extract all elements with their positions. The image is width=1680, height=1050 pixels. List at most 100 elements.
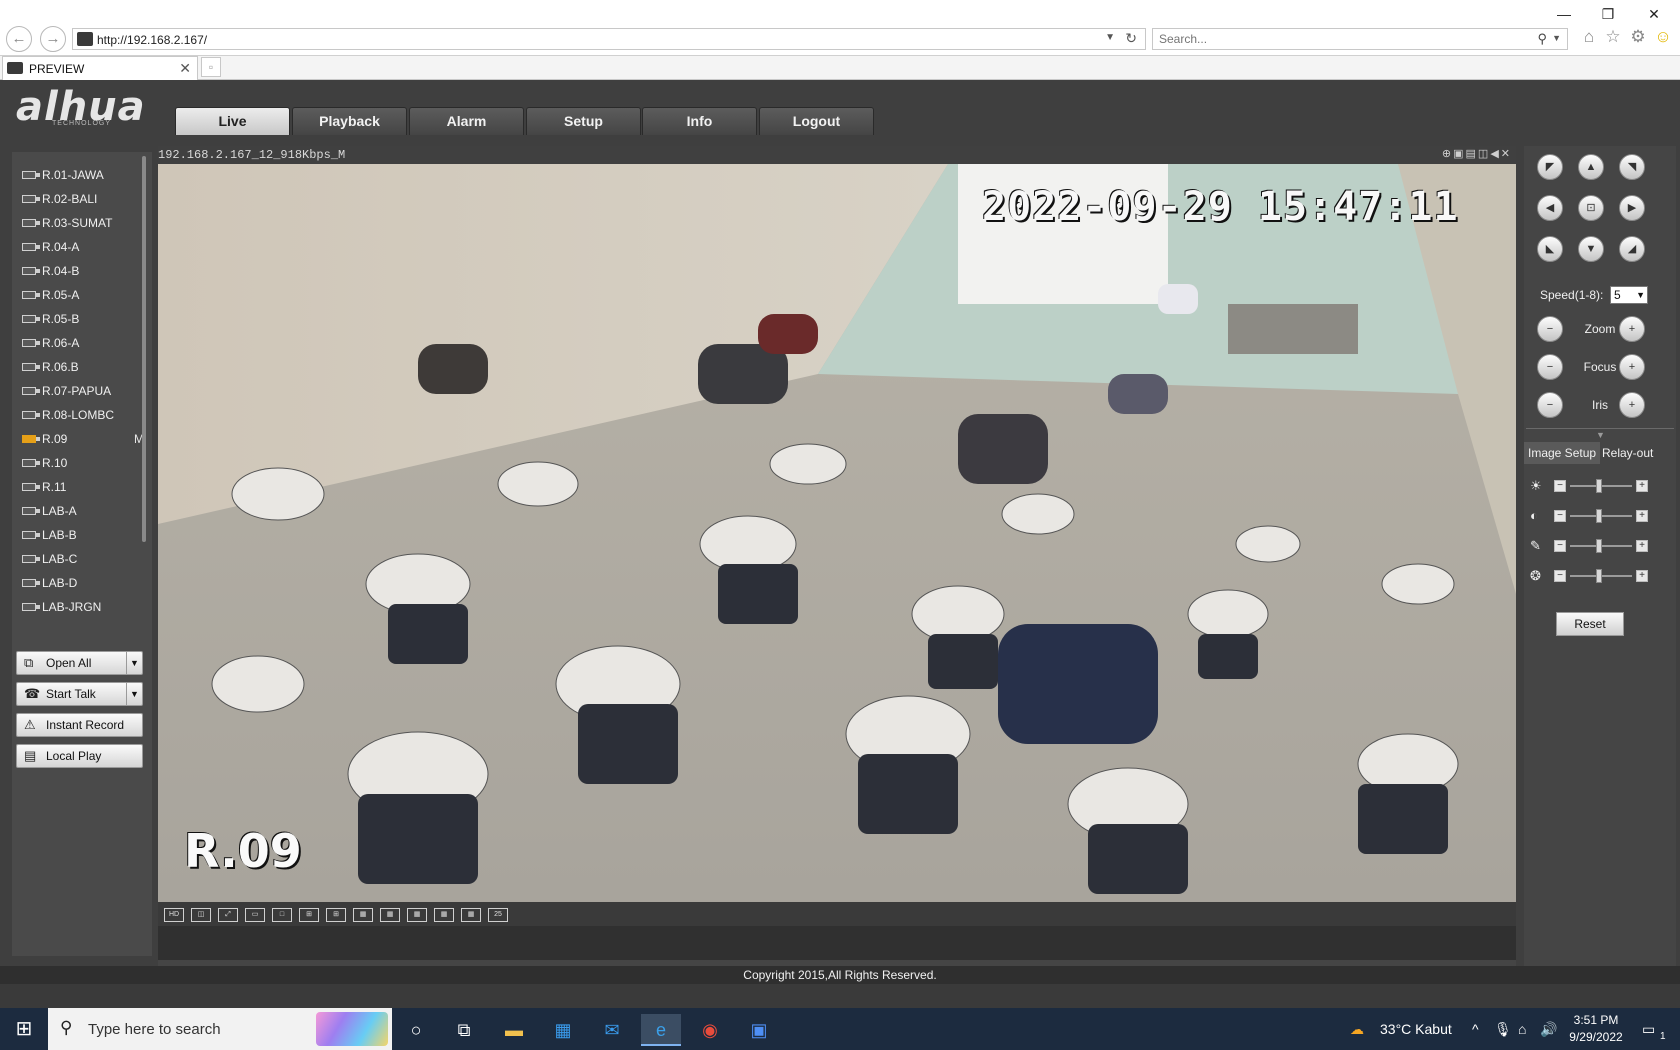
contrast-slider[interactable]: ◐ − + (1530, 508, 1676, 524)
channel-item[interactable]: R.04-A (20, 236, 144, 258)
ptz-right-icon[interactable]: ▶ (1619, 195, 1645, 221)
address-bar[interactable]: http://192.168.2.167/ ▼ ↻ (72, 28, 1146, 50)
volume-icon[interactable]: 🔊 (1540, 1008, 1557, 1050)
new-tab-icon[interactable]: ▫ (201, 57, 221, 77)
start-talk-dropdown-icon[interactable]: ▼ (126, 683, 142, 705)
taskbar-search-text[interactable]: Type here to search (88, 1021, 221, 1038)
zoom-out-icon[interactable]: − (1537, 316, 1563, 342)
saturation-slider[interactable]: ✎ − + (1530, 538, 1676, 554)
menu-tab-setup[interactable]: Setup (526, 107, 641, 135)
saturation-plus-icon[interactable]: + (1636, 540, 1648, 552)
microphone-icon[interactable]: 🎙 (1494, 1008, 1512, 1050)
iris-minus-icon[interactable]: − (1537, 392, 1563, 418)
search-icon[interactable]: ⚲ (1537, 31, 1547, 47)
weather-icon[interactable]: ☁ (1350, 1008, 1364, 1050)
iris-plus-icon[interactable]: + (1619, 392, 1645, 418)
back-button[interactable]: ← (6, 26, 32, 52)
saturation-thumb[interactable] (1596, 539, 1602, 553)
focus-minus-icon[interactable]: − (1537, 354, 1563, 380)
menu-tab-alarm[interactable]: Alarm (409, 107, 524, 135)
brightness-minus-icon[interactable]: − (1554, 480, 1566, 492)
fullscreen-icon[interactable]: ⤢ (218, 908, 238, 922)
layout-6-icon[interactable]: ⊞ (326, 908, 346, 922)
tab-close-icon[interactable]: ✕ (179, 60, 191, 77)
weather-text[interactable]: 33°C Kabut (1380, 1008, 1452, 1050)
notification-center-icon[interactable]: ▭ (1642, 1008, 1655, 1050)
tab-image-setup[interactable]: Image Setup (1524, 442, 1601, 464)
layout-25-icon[interactable]: 25 (488, 908, 508, 922)
network-icon[interactable]: ⌂ (1518, 1008, 1526, 1050)
channel-item[interactable]: R.02-BALI (20, 188, 144, 210)
contrast-minus-icon[interactable]: − (1554, 510, 1566, 522)
taskbar-clock[interactable]: 3:51 PM 9/29/2022 (1560, 1012, 1632, 1046)
camera-video-feed[interactable]: 2022-09-29 15:47:11 R.09 (158, 164, 1516, 902)
cortana-icon[interactable]: ○ (396, 1014, 436, 1046)
menu-tab-logout[interactable]: Logout (759, 107, 874, 135)
channel-item[interactable]: R.03-SUMAT (20, 212, 144, 234)
hue-minus-icon[interactable]: − (1554, 570, 1566, 582)
restore-icon[interactable]: ❐ (1588, 2, 1628, 26)
layout-8-icon[interactable]: ▦ (353, 908, 373, 922)
open-all-button[interactable]: ⧉ Open All ▼ (16, 651, 143, 675)
microsoft-store-icon[interactable]: ▦ (543, 1014, 583, 1046)
ptz-down-icon[interactable]: ▼ (1578, 236, 1604, 262)
channel-item[interactable]: R.01-JAWA (20, 164, 144, 186)
channel-item[interactable]: LAB-C (20, 548, 144, 570)
channel-item[interactable]: R.05-B (20, 308, 144, 330)
minimize-icon[interactable]: — (1544, 2, 1584, 26)
brightness-thumb[interactable] (1596, 479, 1602, 493)
menu-tab-playback[interactable]: Playback (292, 107, 407, 135)
channel-item[interactable]: LAB-B (20, 524, 144, 546)
start-talk-button[interactable]: ☎ Start Talk ▼ (16, 682, 143, 706)
collapse-arrow-icon[interactable]: ▼ (1596, 430, 1605, 440)
layout-20-icon[interactable]: ▦ (461, 908, 481, 922)
refresh-icon[interactable]: ↻ (1125, 30, 1137, 47)
menu-tab-info[interactable]: Info (642, 107, 757, 135)
channel-list-scrollbar[interactable] (142, 156, 146, 542)
saturation-minus-icon[interactable]: − (1554, 540, 1566, 552)
channel-item[interactable]: R.11 (20, 476, 144, 498)
brightness-plus-icon[interactable]: + (1636, 480, 1648, 492)
layout-16-icon[interactable]: ▦ (434, 908, 454, 922)
browser-tab-preview[interactable]: PREVIEW ✕ (2, 56, 198, 80)
search-dropdown-icon[interactable]: ▼ (1552, 33, 1561, 43)
zoom-in-icon[interactable]: + (1619, 316, 1645, 342)
channel-item[interactable]: LAB-D (20, 572, 144, 594)
layout-4-icon[interactable]: ⊞ (299, 908, 319, 922)
video-tools-icon[interactable]: ⊕▣▤◫◀✕ (1442, 146, 1512, 164)
contrast-thumb[interactable] (1596, 509, 1602, 523)
ptz-down-left-icon[interactable]: ◣ (1537, 236, 1563, 262)
ptz-up-right-icon[interactable]: ◥ (1619, 154, 1645, 180)
ptz-3d-zoom-icon[interactable]: ⊡ (1578, 195, 1604, 221)
taskbar-search-box[interactable]: ⚲ Type here to search (48, 1008, 392, 1050)
local-play-button[interactable]: ▤ Local Play (16, 744, 143, 768)
smiley-feedback-icon[interactable]: ☺ (1652, 26, 1674, 48)
instant-record-button[interactable]: ⚠ Instant Record (16, 713, 143, 737)
home-icon[interactable]: ⌂ (1578, 26, 1600, 48)
show-hidden-icons-icon[interactable]: ^ (1472, 1008, 1479, 1050)
channel-item[interactable]: LAB-A (20, 500, 144, 522)
menu-tab-live[interactable]: Live (175, 107, 290, 135)
channel-item[interactable]: R.06-A (20, 332, 144, 354)
chrome-icon[interactable]: ◉ (690, 1014, 730, 1046)
browser-search-input[interactable] (1159, 31, 1519, 47)
channel-item[interactable]: R.05-A (20, 284, 144, 306)
address-dropdown-icon[interactable]: ▼ (1105, 32, 1115, 43)
speed-select[interactable]: 5 ▼ (1610, 286, 1648, 304)
channel-item-active[interactable]: R.09 M (20, 428, 144, 450)
hue-thumb[interactable] (1596, 569, 1602, 583)
layout-13-icon[interactable]: ▦ (407, 908, 427, 922)
internet-explorer-icon[interactable]: e (641, 1014, 681, 1046)
hue-slider[interactable]: ❂ − + (1530, 568, 1676, 584)
layout-wide-icon[interactable]: ▭ (245, 908, 265, 922)
ptz-left-icon[interactable]: ◀ (1537, 195, 1563, 221)
forward-button[interactable]: → (40, 26, 66, 52)
file-explorer-icon[interactable]: ▬ (494, 1014, 534, 1046)
settings-gear-icon[interactable]: ⚙ (1627, 26, 1649, 48)
hd-icon[interactable]: HD (164, 908, 184, 922)
address-url[interactable]: http://192.168.2.167/ (97, 33, 207, 47)
favorites-star-icon[interactable]: ☆ (1602, 26, 1624, 48)
ptz-up-icon[interactable]: ▲ (1578, 154, 1604, 180)
contrast-plus-icon[interactable]: + (1636, 510, 1648, 522)
bitrate-icon[interactable]: ◫ (191, 908, 211, 922)
